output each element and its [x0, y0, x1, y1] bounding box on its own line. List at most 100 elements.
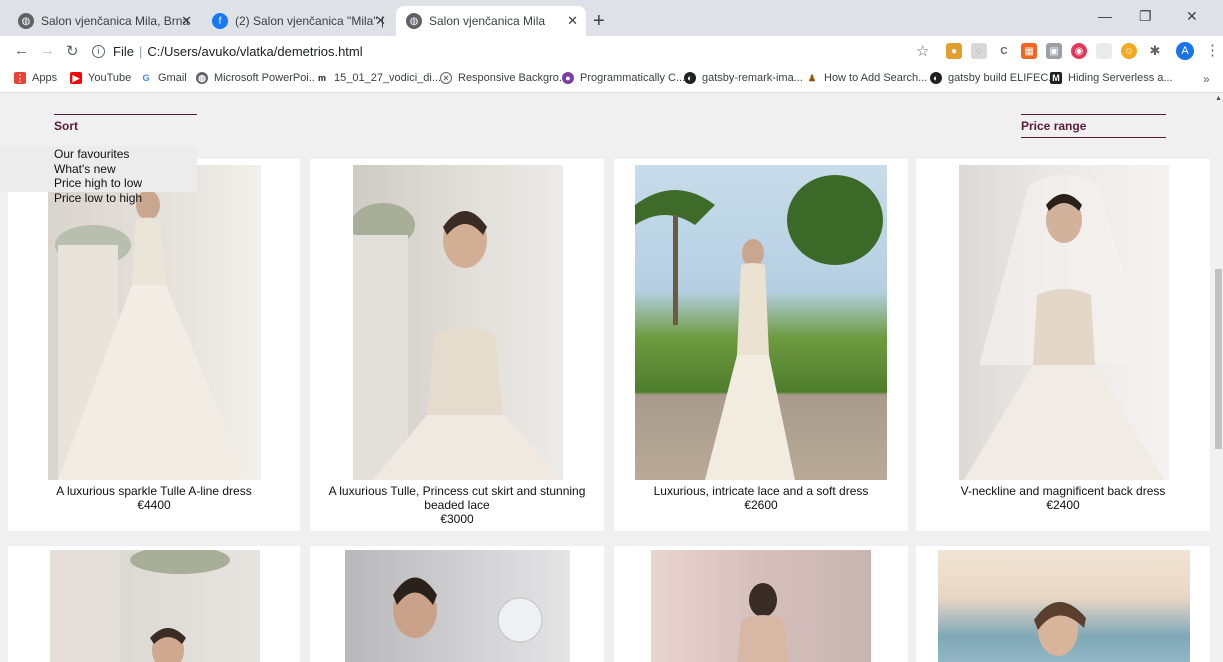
bookmark-gatsby-remark[interactable]: ◐ gatsby-remark-ima... — [684, 72, 803, 84]
minimize-icon[interactable]: — — [1098, 8, 1112, 24]
product-price: €2400 — [1046, 498, 1080, 512]
forward-arrow-icon[interactable]: → — [40, 42, 55, 59]
bookmark-apps[interactable]: ⋮ Apps — [14, 72, 57, 84]
sort-option-new[interactable]: What's new — [54, 162, 142, 177]
info-icon[interactable]: i — [92, 44, 105, 58]
sort-options-list: Our favourites What's new Price high to … — [54, 147, 142, 205]
new-tab-button[interactable]: + — [593, 11, 605, 31]
bookmark-label: Programmatically C... — [580, 72, 686, 84]
bookmark-add-search[interactable]: ♟ How to Add Search... — [806, 72, 927, 84]
bookmark-label: Responsive Backgro... — [458, 72, 569, 84]
extension-icon[interactable]: ☺ — [1121, 43, 1137, 59]
menu-icon[interactable]: ⋮ — [1205, 41, 1220, 59]
dress-illustration — [1034, 601, 1086, 656]
product-price: €3000 — [440, 512, 474, 526]
scrollbar-thumb[interactable] — [1215, 269, 1222, 449]
product-photo[interactable] — [959, 165, 1169, 480]
extension-icon[interactable]: C — [996, 43, 1012, 59]
extension-icon[interactable] — [1096, 43, 1112, 59]
price-divider-bottom — [1021, 137, 1166, 138]
globe-icon: ◍ — [406, 13, 422, 29]
bookmark-powerpoint[interactable]: ◍ Microsoft PowerPoi... — [196, 72, 318, 84]
youtube-icon: ▶ — [70, 72, 82, 84]
scroll-up-icon[interactable]: ▲ — [1215, 95, 1222, 102]
product-photo[interactable] — [651, 550, 871, 662]
page-content: Sort Price range A luxurious sparkle Tul… — [0, 93, 1213, 662]
product-card[interactable] — [614, 546, 908, 662]
product-title[interactable]: Luxurious, intricate lace and a soft dre… — [614, 484, 908, 498]
dress-illustration — [353, 203, 563, 480]
tab-label: (2) Salon vjenčanica "Mila" | Face — [235, 14, 384, 28]
price-range-label[interactable]: Price range — [1021, 119, 1166, 133]
bookmark-gmail[interactable]: G Gmail — [140, 72, 187, 84]
dress-illustration — [55, 190, 248, 480]
sort-option-price-high[interactable]: Price high to low — [54, 176, 142, 191]
product-card[interactable] — [310, 546, 604, 662]
facebook-icon: f — [212, 13, 228, 29]
chevron-right-icon[interactable]: » — [1203, 72, 1210, 86]
bookmark-label: 15_01_27_vodici_di... — [334, 72, 442, 84]
bookmark-vodici[interactable]: m 15_01_27_vodici_di... — [316, 72, 441, 84]
sort-dropdown[interactable]: Sort — [54, 114, 197, 133]
github-icon: ◐ — [930, 72, 942, 84]
extension-icon[interactable]: ▦ — [1021, 43, 1037, 59]
tab-strip: ◍ Salon vjenčanica Mila, Brnaze - S ✕ f … — [0, 0, 1223, 36]
bookmark-label: Hiding Serverless a... — [1068, 72, 1173, 84]
bookmark-label: gatsby build ELIFEC... — [948, 72, 1058, 84]
browser-chrome: ◍ Salon vjenčanica Mila, Brnaze - S ✕ f … — [0, 0, 1223, 93]
bookmark-label: Microsoft PowerPoi... — [214, 72, 318, 84]
bookmark-gatsby-build[interactable]: ◐ gatsby build ELIFEC... — [930, 72, 1057, 84]
bookmark-star-icon[interactable]: ☆ — [916, 42, 929, 60]
product-card[interactable] — [8, 546, 300, 662]
apps-grid-icon: ⋮ — [14, 72, 26, 84]
tab-salon-mila[interactable]: ◍ Salon vjenčanica Mila ✕ — [396, 6, 586, 36]
product-price: €2600 — [744, 498, 778, 512]
extension-icon[interactable]: ● — [946, 43, 962, 59]
sort-option-price-low[interactable]: Price low to high — [54, 191, 142, 206]
product-title[interactable]: A luxurious Tulle, Princess cut skirt an… — [310, 484, 604, 512]
bookmark-responsive[interactable]: × Responsive Backgro... — [440, 72, 568, 84]
tab-salon-brnaze[interactable]: ◍ Salon vjenčanica Mila, Brnaze - S ✕ — [8, 6, 200, 36]
product-photo[interactable] — [50, 550, 260, 662]
close-icon[interactable]: ✕ — [567, 13, 578, 29]
product-photo[interactable] — [48, 165, 261, 480]
product-card[interactable]: Luxurious, intricate lace and a soft dre… — [614, 159, 908, 531]
product-photo[interactable] — [635, 165, 887, 480]
back-arrow-icon[interactable]: ← — [14, 42, 29, 59]
product-photo[interactable] — [345, 550, 570, 662]
product-title[interactable]: V-neckline and magnificent back dress — [916, 484, 1210, 498]
avatar[interactable]: A — [1176, 42, 1194, 60]
product-card[interactable]: V-neckline and magnificent back dress €2… — [916, 159, 1210, 531]
reload-icon[interactable]: ↻ — [66, 42, 79, 60]
globe-icon: ◍ — [18, 13, 34, 29]
scrollbar[interactable]: ▲ — [1213, 93, 1223, 662]
address-bar[interactable]: i File | C:/Users/avuko/vlatka/demetrios… — [92, 39, 942, 63]
close-icon[interactable]: ✕ — [181, 13, 192, 29]
medium-icon: M — [1050, 72, 1062, 84]
window-close-icon[interactable]: ✕ — [1186, 8, 1198, 25]
product-card[interactable]: A luxurious sparkle Tulle A-line dress €… — [8, 159, 300, 531]
sort-option-favourites[interactable]: Our favourites — [54, 147, 142, 162]
puzzle-icon[interactable]: ✱ — [1147, 43, 1163, 59]
extension-icon[interactable]: ▣ — [1046, 43, 1062, 59]
price-range-filter[interactable]: Price range — [1021, 114, 1166, 138]
bookmark-label: Apps — [32, 72, 58, 84]
sort-label[interactable]: Sort — [54, 119, 197, 133]
product-card[interactable] — [916, 546, 1210, 662]
extension-icon[interactable]: ◉ — [1071, 43, 1087, 59]
product-photo[interactable] — [353, 165, 563, 480]
bookmark-programmatically[interactable]: ● Programmatically C... — [562, 72, 685, 84]
close-icon[interactable]: ✕ — [375, 13, 386, 29]
product-title[interactable]: A luxurious sparkle Tulle A-line dress — [8, 484, 300, 498]
restore-icon[interactable]: ❐ — [1139, 8, 1152, 25]
product-photo[interactable] — [938, 550, 1190, 662]
product-price: €4400 — [137, 498, 171, 512]
m-logo-icon: m — [316, 72, 328, 84]
dress-illustration — [964, 175, 1164, 480]
tab-facebook[interactable]: f (2) Salon vjenčanica "Mila" | Face ✕ — [202, 6, 394, 36]
product-card[interactable]: A luxurious Tulle, Princess cut skirt an… — [310, 159, 604, 531]
bookmark-youtube[interactable]: ▶ YouTube — [70, 72, 131, 84]
bookmark-hiding-serverless[interactable]: M Hiding Serverless a... — [1050, 72, 1173, 84]
url-separator: | — [138, 43, 143, 59]
extension-icon[interactable]: ◌ — [971, 43, 987, 59]
